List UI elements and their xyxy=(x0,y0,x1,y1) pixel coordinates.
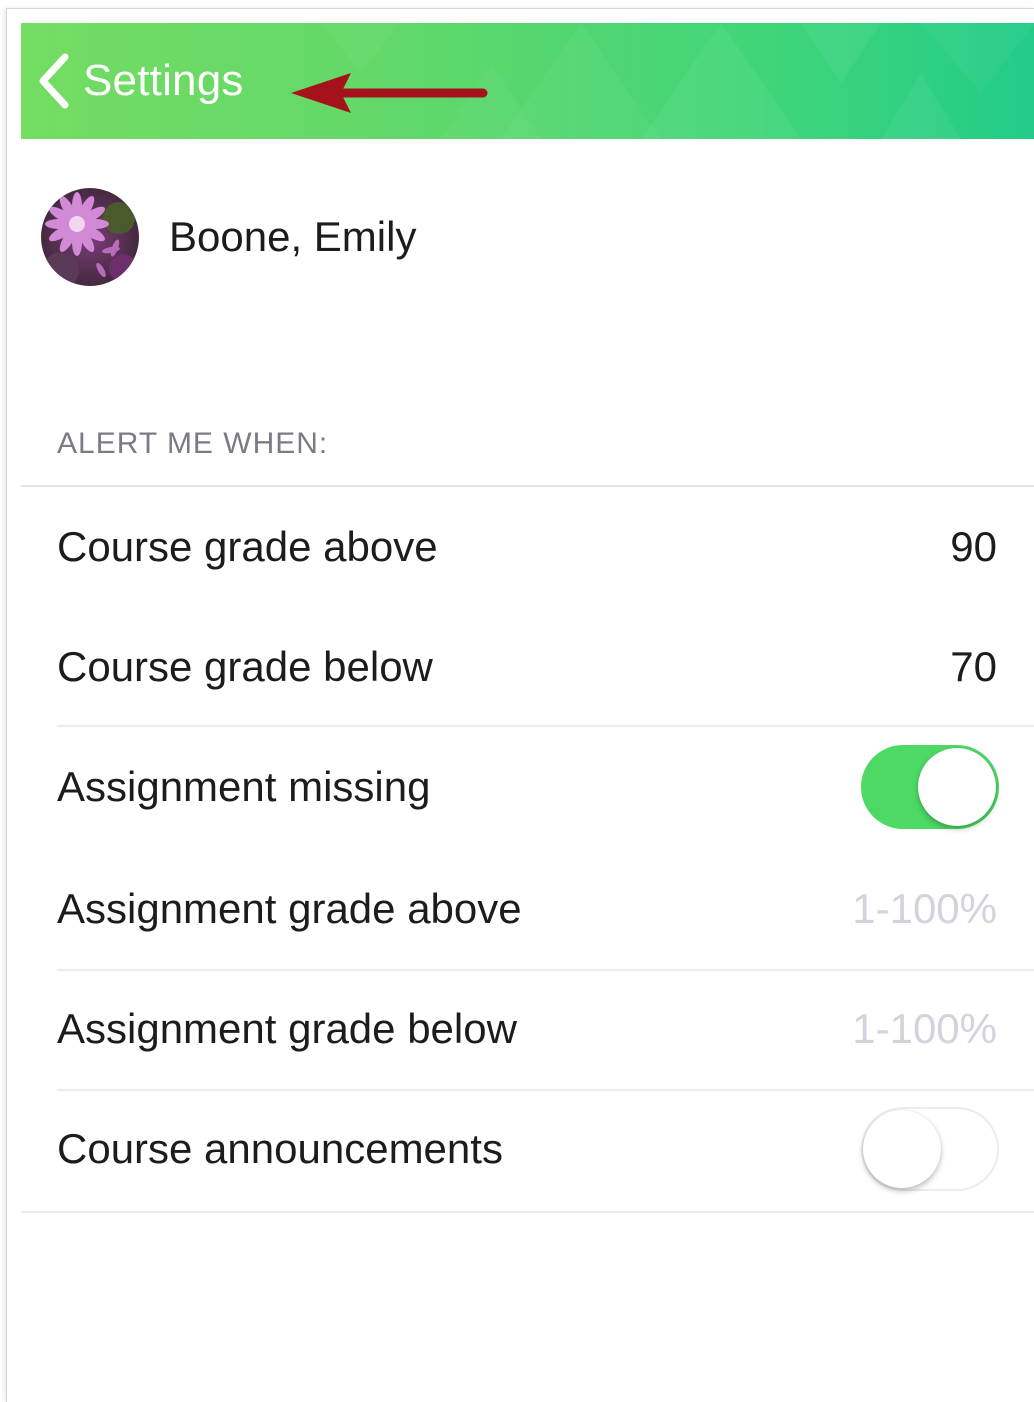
chevron-left-icon xyxy=(39,53,69,109)
assignment-grade-below-input[interactable]: 1-100% xyxy=(852,1005,997,1053)
toggle-knob xyxy=(918,748,996,826)
section-bottom-divider xyxy=(21,1211,1034,1213)
red-arrow-annotation-icon xyxy=(291,73,488,113)
row-label: Assignment grade below xyxy=(57,1005,517,1052)
row-label: Assignment grade above xyxy=(57,885,522,932)
toggle-knob xyxy=(863,1110,941,1188)
section-header: ALERT ME WHEN: xyxy=(57,427,329,460)
profile-header: Boone, Emily xyxy=(41,187,416,287)
row-label: Course grade below xyxy=(57,643,433,690)
profile-name: Boone, Emily xyxy=(169,213,417,260)
avatar[interactable] xyxy=(41,188,139,286)
course-grade-below-value[interactable]: 70 xyxy=(950,643,997,691)
app-frame: Settings Boone, Emily ALERT ME WHEN: Cou… xyxy=(6,8,1034,1402)
row-label: Course grade above xyxy=(57,523,438,570)
flower-photo-icon xyxy=(41,188,139,286)
course-announcements-toggle[interactable] xyxy=(861,1107,999,1191)
course-grade-above-row[interactable]: Course grade above 90 xyxy=(21,487,1034,607)
back-button[interactable]: Settings xyxy=(37,45,244,117)
assignment-missing-toggle[interactable] xyxy=(861,745,999,829)
assignment-missing-row: Assignment missing xyxy=(21,727,1034,847)
assignment-grade-above-input[interactable]: 1-100% xyxy=(852,885,997,933)
course-announcements-row: Course announcements xyxy=(21,1089,1034,1209)
row-label: Assignment missing xyxy=(57,763,431,810)
course-grade-above-value[interactable]: 90 xyxy=(950,523,997,571)
back-button-label: Settings xyxy=(83,56,244,105)
course-grade-below-row[interactable]: Course grade below 70 xyxy=(21,607,1034,727)
row-label: Course announcements xyxy=(57,1125,503,1172)
assignment-grade-below-row[interactable]: Assignment grade below 1-100% xyxy=(21,969,1034,1089)
navigation-bar: Settings xyxy=(21,23,1034,139)
assignment-grade-above-row[interactable]: Assignment grade above 1-100% xyxy=(21,849,1034,969)
